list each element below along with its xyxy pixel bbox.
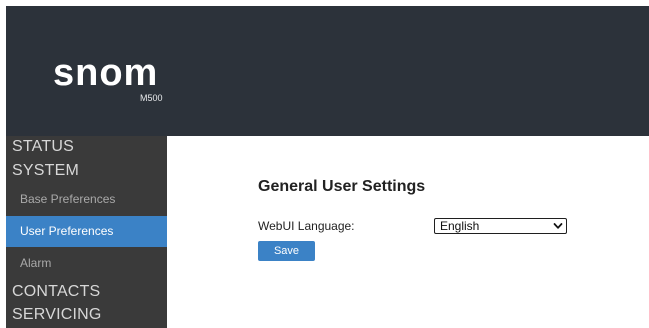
- nav-contacts[interactable]: CONTACTS: [12, 282, 100, 302]
- model-label: M500: [140, 93, 163, 103]
- sidebar-item-label: Alarm: [20, 256, 52, 270]
- webui-language-select[interactable]: English: [434, 218, 567, 234]
- chevron-down-icon: [553, 223, 563, 229]
- nav-servicing[interactable]: SERVICING: [12, 305, 102, 325]
- page: snom M500 STATUS SYSTEM Base Preferences…: [0, 0, 649, 328]
- sidebar-item-alarm[interactable]: Alarm: [6, 248, 167, 279]
- header: snom M500: [6, 6, 649, 136]
- nav-system[interactable]: SYSTEM: [12, 161, 79, 181]
- webui-language-value: English: [440, 219, 480, 233]
- webui-language-label: WebUI Language:: [258, 219, 355, 233]
- sidebar-item-user-preferences[interactable]: User Preferences: [6, 216, 167, 247]
- sidebar: STATUS SYSTEM Base Preferences User Pref…: [6, 136, 167, 328]
- sidebar-item-label: User Preferences: [20, 224, 114, 238]
- logo-wordmark: snom: [53, 52, 159, 94]
- save-button[interactable]: Save: [258, 241, 315, 261]
- page-title: General User Settings: [258, 178, 426, 195]
- nav-status[interactable]: STATUS: [12, 137, 74, 157]
- sidebar-item-base-preferences[interactable]: Base Preferences: [6, 184, 167, 215]
- snom-logo: snom M500: [53, 52, 183, 105]
- sidebar-item-label: Base Preferences: [20, 192, 116, 206]
